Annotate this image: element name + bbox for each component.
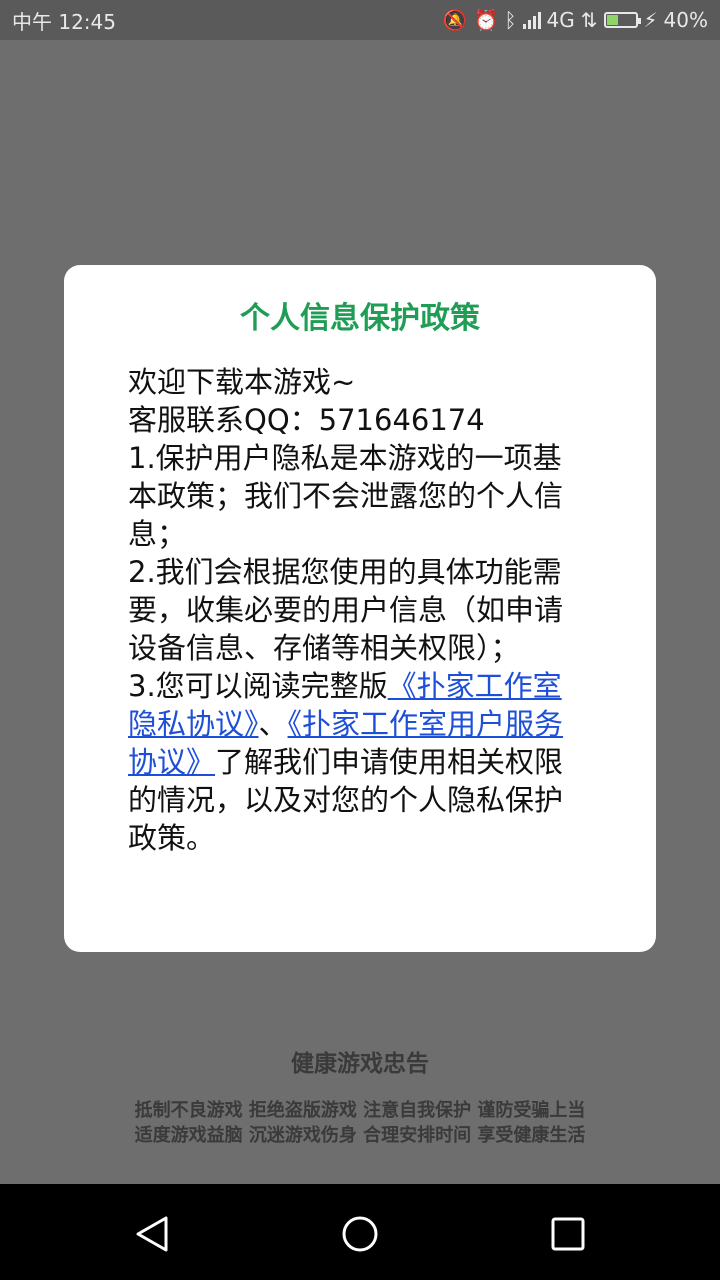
signal-icon: [522, 11, 541, 29]
home-button[interactable]: [334, 1208, 386, 1260]
battery-percent: 40%: [663, 8, 708, 32]
data-arrows-icon: ⇅: [580, 8, 598, 32]
dialog-title: 个人信息保护政策: [240, 301, 480, 336]
back-icon: [136, 1216, 168, 1252]
battery-icon: [603, 12, 641, 28]
recents-icon: [551, 1217, 585, 1251]
network-type: 4G: [546, 8, 575, 32]
health-warning-text: 抵制不良游戏 拒绝盗版游戏 注意自我保护 谨防受骗上当 适度游戏益脑 沉迷游戏伤…: [0, 1098, 720, 1148]
dialog-body: 欢迎下载本游戏~ 客服联系QQ：571646174 1.保护用户隐私是本游戏的一…: [128, 363, 588, 857]
health-warning-line-1: 抵制不良游戏 拒绝盗版游戏 注意自我保护 谨防受骗上当: [134, 1100, 586, 1121]
privacy-dialog: 个人信息保护政策 欢迎下载本游戏~ 客服联系QQ：571646174 1.保护用…: [64, 265, 656, 952]
alarm-icon: ⏰: [473, 8, 499, 32]
health-warning-title: 健康游戏忠告: [291, 1051, 429, 1077]
charging-icon: ⚡: [643, 8, 658, 32]
home-icon: [342, 1216, 378, 1252]
contact-text: 客服联系QQ：571646174: [128, 403, 485, 437]
status-bar: 中午 12:45 🔕 ⏰ ᛒ 4G ⇅ ⚡ 40%: [0, 0, 720, 40]
recents-button[interactable]: [542, 1208, 594, 1260]
status-time: 中午 12:45: [12, 9, 116, 34]
bluetooth-icon: ᛒ: [504, 8, 517, 32]
policy-item-1: 1.保护用户隐私是本游戏的一项基本政策；我们不会泄露您的个人信息；: [128, 441, 564, 551]
greeting-text: 欢迎下载本游戏~: [128, 365, 356, 399]
health-warning-line-2: 适度游戏益脑 沉迷游戏伤身 合理安排时间 享受健康生活: [134, 1125, 586, 1146]
navigation-bar: [0, 1184, 720, 1280]
bell-off-icon: 🔕: [442, 8, 468, 32]
policy-item-3-prefix: 3.您可以阅读完整版: [128, 669, 388, 703]
link-separator: 、: [258, 707, 288, 741]
status-icons: 🔕 ⏰ ᛒ 4G ⇅ ⚡ 40%: [443, 8, 708, 32]
back-button[interactable]: [126, 1208, 178, 1260]
policy-item-2: 2.我们会根据您使用的具体功能需要，收集必要的用户信息（如申请设备信息、存储等相…: [128, 555, 564, 665]
